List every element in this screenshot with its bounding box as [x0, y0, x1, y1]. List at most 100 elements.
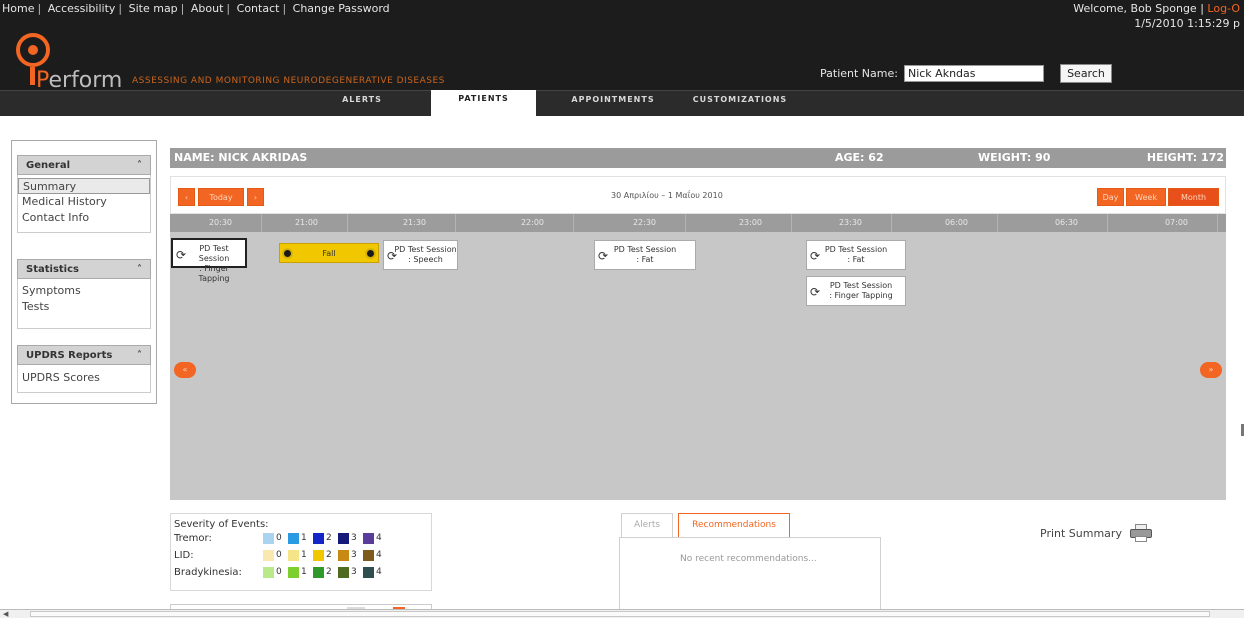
- collapse-icon[interactable]: ˄: [137, 264, 142, 275]
- change-password-link[interactable]: Change Password: [293, 2, 390, 15]
- today-button[interactable]: Today: [198, 188, 244, 206]
- tab-customizations[interactable]: CUSTOMIZATIONS: [680, 91, 800, 117]
- sidebar-updrs-items: UPDRS Scores: [17, 365, 151, 393]
- severity-level: 1: [301, 550, 307, 560]
- sidebar-item-medical-history[interactable]: Medical History: [18, 194, 150, 210]
- event-subtitle: : Finger Tapping: [829, 291, 893, 300]
- event-pd-test-fat[interactable]: ⟳ PD Test Session : Fat: [806, 240, 906, 270]
- event-pd-test-finger-tapping[interactable]: ⟳ PD Test Session : Finger Tapping: [171, 238, 247, 283]
- hour-label: 23:00: [710, 214, 792, 232]
- severity-level: 0: [276, 550, 282, 560]
- refresh-icon: ⟳: [810, 285, 821, 299]
- event-subtitle: : Fat: [636, 255, 654, 264]
- week-view-button[interactable]: Week: [1126, 188, 1166, 206]
- patient-name-input[interactable]: [903, 64, 1044, 82]
- event-title: PD Test Session: [824, 245, 888, 254]
- severity-swatch: [313, 550, 324, 561]
- event-title: Fall: [322, 249, 336, 258]
- hour-label: 07:00: [1136, 214, 1218, 232]
- hour-label: 06:30: [1026, 214, 1108, 232]
- logo-tagline: ASSESSING AND MONITORING NEURODEGENERATI…: [132, 76, 445, 86]
- site-map-link[interactable]: Site map: [129, 2, 178, 15]
- welcome-user: Welcome, Bob Sponge |: [1073, 2, 1208, 15]
- collapse-icon[interactable]: ˄: [137, 350, 142, 361]
- severity-swatch: [338, 550, 349, 561]
- sidebar-section-title: Statistics: [26, 263, 79, 275]
- recommendations-body: No recent recommendations...: [619, 537, 881, 617]
- severity-swatch: [338, 567, 349, 578]
- event-fall[interactable]: Fall: [279, 243, 379, 263]
- severity-level: 4: [376, 550, 382, 560]
- severity-level: 3: [351, 533, 357, 543]
- event-pd-test-speech[interactable]: ⟳ PD Test Session : Speech: [383, 240, 458, 270]
- tab-recommendations[interactable]: Recommendations: [678, 513, 790, 537]
- about-link[interactable]: About: [191, 2, 224, 15]
- patient-height: HEIGHT: 172: [1146, 151, 1224, 164]
- welcome-text: Welcome, Bob Sponge | Log-O: [1073, 2, 1240, 15]
- tab-alerts[interactable]: ALERTS: [326, 91, 398, 117]
- sidebar-item-summary[interactable]: Summary: [18, 178, 150, 194]
- sidebar-item-updrs-scores[interactable]: UPDRS Scores: [18, 370, 150, 386]
- sidebar-item-tests[interactable]: Tests: [18, 299, 150, 315]
- event-calendar: ‹ Today › 30 Απριλίου – 1 Μαΐου 2010 Day…: [170, 176, 1226, 500]
- hour-label: 21:00: [266, 214, 348, 232]
- day-view-button[interactable]: Day: [1097, 188, 1124, 206]
- event-pd-test-fat[interactable]: ⟳ PD Test Session : Fat: [594, 240, 696, 270]
- severity-level: 2: [326, 550, 332, 560]
- scroll-left-button[interactable]: «: [174, 362, 196, 378]
- printer-icon[interactable]: [1129, 524, 1152, 542]
- patient-search: Patient Name: Search: [820, 63, 1112, 83]
- sidebar-section-updrs[interactable]: UPDRS Reports ˄: [17, 345, 151, 365]
- horizontal-scrollbar[interactable]: ◀: [0, 609, 1244, 618]
- event-subtitle: : Finger Tapping: [198, 264, 230, 283]
- severity-level: 3: [351, 567, 357, 577]
- current-datetime: 1/5/2010 1:15:29 p: [1134, 17, 1240, 30]
- sidebar-section-statistics[interactable]: Statistics ˄: [17, 259, 151, 279]
- sidebar-item-contact-info[interactable]: Contact Info: [18, 210, 150, 226]
- severity-swatch: [288, 567, 299, 578]
- fall-marker-icon: [365, 248, 376, 259]
- sidebar-section-general[interactable]: General ˄: [17, 155, 151, 175]
- search-button[interactable]: Search: [1059, 63, 1112, 83]
- scrollbar-thumb[interactable]: [30, 611, 1210, 617]
- severity-level: 1: [301, 567, 307, 577]
- alerts-recommendations-panel: Alerts Recommendations No recent recomme…: [619, 513, 881, 617]
- home-link[interactable]: Home: [2, 2, 34, 15]
- logout-link[interactable]: Log-O: [1207, 2, 1240, 15]
- severity-level: 2: [326, 533, 332, 543]
- severity-level: 1: [301, 533, 307, 543]
- patient-age: AGE: 62: [835, 151, 884, 164]
- tab-patients[interactable]: PATIENTS: [431, 90, 536, 117]
- sidebar-section-title: General: [26, 159, 70, 171]
- contact-link[interactable]: Contact: [237, 2, 280, 15]
- print-summary-button[interactable]: Print Summary: [1040, 524, 1152, 542]
- severity-level: 3: [351, 550, 357, 560]
- event-pd-test-finger-tapping[interactable]: ⟳ PD Test Session : Finger Tapping: [806, 276, 906, 306]
- severity-swatch: [363, 550, 374, 561]
- iperform-logo: Perform: [6, 33, 146, 93]
- severity-swatch: [363, 533, 374, 544]
- accessibility-link[interactable]: Accessibility: [48, 2, 116, 15]
- scroll-left-arrow-icon[interactable]: ◀: [3, 610, 8, 618]
- sidebar: General ˄ Summary Medical History Contac…: [11, 140, 157, 404]
- severity-swatch: [263, 550, 274, 561]
- event-subtitle: : Fat: [847, 255, 865, 264]
- legend-row-label: Bradykinesia:: [174, 567, 242, 578]
- next-button[interactable]: ›: [247, 188, 264, 206]
- severity-level: 2: [326, 567, 332, 577]
- sidebar-item-symptoms[interactable]: Symptoms: [18, 283, 150, 299]
- month-view-button[interactable]: Month: [1168, 188, 1219, 206]
- logo-dot-icon: [25, 42, 41, 58]
- collapse-icon[interactable]: ˄: [137, 160, 142, 171]
- severity-level: 0: [276, 567, 282, 577]
- scroll-right-button[interactable]: »: [1200, 362, 1222, 378]
- legend-title: Severity of Events:: [174, 519, 269, 530]
- legend-row-lid: LID: 0 1 2 3 4: [174, 549, 430, 562]
- tab-alerts-panel[interactable]: Alerts: [621, 513, 673, 537]
- top-links: Home | Accessibility | Site map | About | Co…: [2, 2, 390, 15]
- sidebar-section-title: UPDRS Reports: [26, 349, 113, 361]
- print-summary-label: Print Summary: [1040, 526, 1122, 540]
- tab-appointments[interactable]: APPOINTMENTS: [558, 91, 668, 117]
- prev-button[interactable]: ‹: [178, 188, 195, 206]
- hour-label: 06:00: [916, 214, 998, 232]
